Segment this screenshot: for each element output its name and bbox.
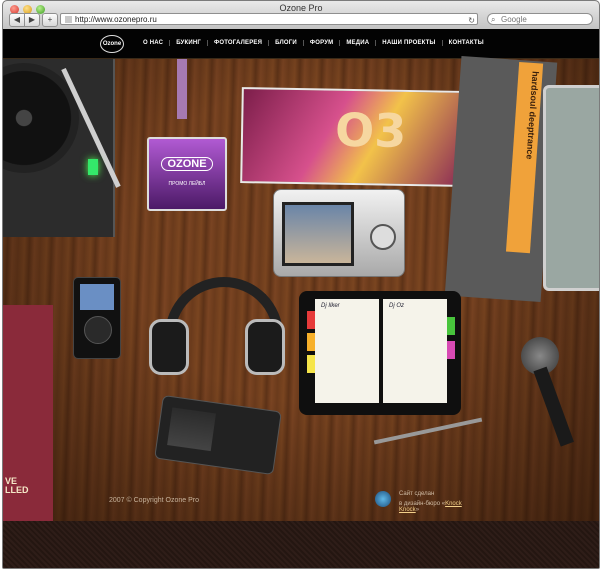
headphone-right-cup	[245, 319, 285, 375]
planner-tab-green	[447, 317, 455, 335]
forward-button[interactable]: ▶	[24, 13, 40, 27]
pitch-slider-light	[88, 159, 98, 175]
poster-stack[interactable]: O3	[240, 87, 464, 187]
search-field[interactable]: ⌕	[487, 13, 593, 25]
add-bookmark-button[interactable]: +	[42, 13, 58, 27]
poster-graphic: O3	[334, 102, 407, 158]
phone-screen	[167, 407, 216, 452]
footer-pattern	[3, 521, 599, 568]
mp3-screen	[80, 284, 114, 310]
photo-camera[interactable]	[273, 189, 405, 277]
camera-screen-photo	[282, 202, 354, 266]
menu-forum[interactable]: ФОРУМ	[302, 40, 339, 46]
knock-knock-logo-icon[interactable]	[375, 491, 391, 507]
reload-icon[interactable]: ↻	[468, 15, 475, 27]
back-button[interactable]: ◀	[9, 13, 25, 27]
mp3-player[interactable]	[73, 277, 121, 359]
badge-brand: OZONE	[161, 157, 213, 171]
url-text: http://www.ozonepro.ru	[75, 15, 157, 24]
mobile-phone[interactable]	[154, 394, 282, 476]
headphones[interactable]	[149, 277, 285, 375]
planner-left-page: Dj Ilker	[315, 299, 379, 403]
badge-label: ПРОМО ЛЕЙБЛ	[168, 181, 206, 187]
promo-label-badge[interactable]: OZONE ПРОМО ЛЕЙБЛ	[147, 137, 227, 211]
pen	[373, 417, 483, 445]
left-book-text: VE LLED	[5, 477, 29, 495]
tin-box	[543, 85, 599, 291]
copyright-text: 2007 © Copyright Ozone Pro	[109, 497, 199, 504]
made-by-text: Сайт сделан	[399, 491, 435, 497]
planner-right-page: Dj Oz	[383, 299, 447, 403]
browser-window: Ozone Pro ◀ ▶ + http://www.ozonepro.ru ↻…	[2, 0, 600, 569]
left-book-line-2: LLED	[5, 485, 29, 495]
menu-booking[interactable]: БУКИНГ	[169, 40, 207, 46]
desk-scene: OZONE ПРОМО ЛЕЙБЛ O3 hardsoul deeptrance	[3, 55, 599, 521]
studio-line: в дизайн-бюро «Knock Knock»	[399, 501, 483, 513]
camera-dpad-icon	[370, 224, 396, 250]
planner-tab-orange	[307, 333, 315, 351]
favicon-icon	[65, 16, 72, 23]
planner-right-label: Dj Oz	[389, 303, 404, 309]
studio-credit: Сайт сделан в дизайн-бюро «Knock Knock»	[375, 491, 483, 513]
hardsoul-book[interactable]: hardsoul deeptrance	[444, 55, 558, 303]
menu-about[interactable]: О НАС	[143, 40, 169, 46]
turntable[interactable]	[3, 59, 121, 237]
address-bar[interactable]: http://www.ozonepro.ru ↻	[60, 13, 478, 25]
main-menu: О НАС БУКИНГ ФОТОГАЛЕРЕЯ БЛОГИ ФОРУМ МЕД…	[143, 40, 490, 46]
click-wheel-icon	[84, 316, 112, 344]
search-input[interactable]	[501, 15, 581, 24]
title-bar: Ozone Pro ◀ ▶ + http://www.ozonepro.ru ↻…	[3, 1, 599, 30]
menu-blogs[interactable]: БЛОГИ	[268, 40, 303, 46]
site-navigation: Ozone О НАС БУКИНГ ФОТОГАЛЕРЕЯ БЛОГИ ФОР…	[3, 29, 599, 59]
lanyard	[177, 59, 187, 119]
left-book: VE LLED	[3, 305, 53, 521]
dj-planner[interactable]: Dj Ilker Dj Oz	[299, 291, 461, 415]
microphone-body	[533, 366, 574, 447]
planner-left-label: Dj Ilker	[321, 303, 340, 309]
studio-suffix: »	[415, 507, 420, 513]
headphone-left-cup	[149, 319, 189, 375]
window-title: Ozone Pro	[279, 3, 323, 13]
planner-tab-yellow	[307, 355, 315, 373]
menu-photo-gallery[interactable]: ФОТОГАЛЕРЕЯ	[207, 40, 268, 46]
planner-tab-pink	[447, 341, 455, 359]
planner-tab-red	[307, 311, 315, 329]
search-icon: ⌕	[491, 15, 496, 24]
site-logo[interactable]: Ozone	[100, 35, 124, 53]
menu-media[interactable]: МЕДИА	[339, 40, 375, 46]
microphone[interactable]	[521, 337, 574, 457]
menu-our-projects[interactable]: НАШИ ПРОЕКТЫ	[375, 40, 441, 46]
menu-contacts[interactable]: КОНТАКТЫ	[441, 40, 490, 46]
